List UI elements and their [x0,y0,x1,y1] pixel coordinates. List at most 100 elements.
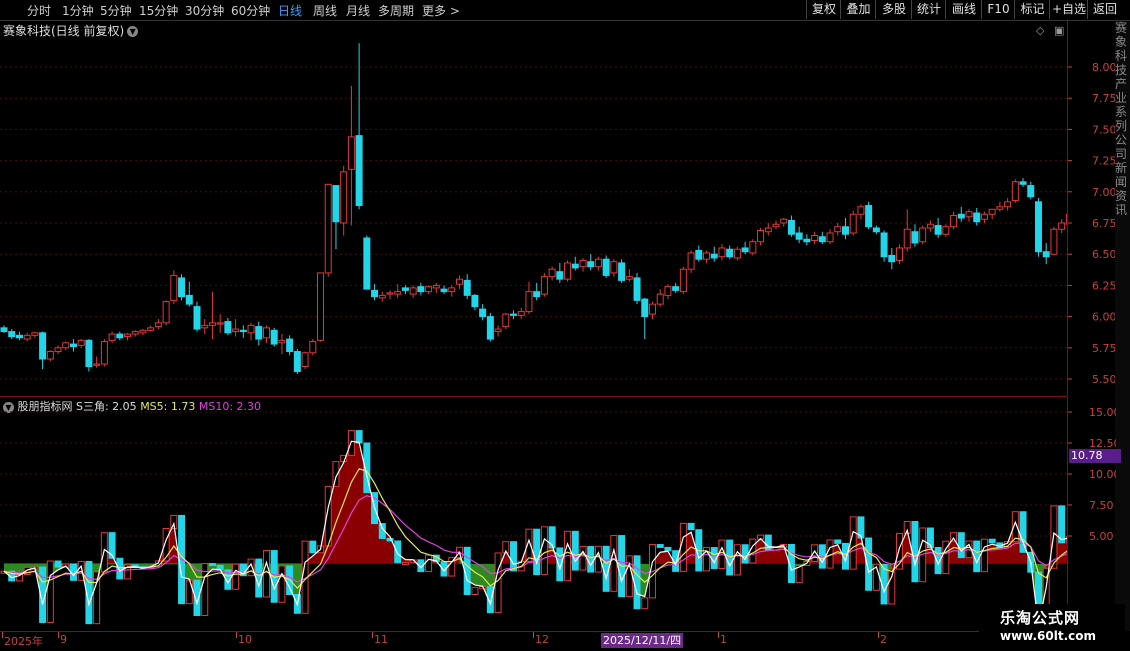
candle [610,259,618,277]
candle [726,245,734,260]
candle [872,225,880,235]
date-label: 10 [238,633,252,646]
candle [93,356,101,368]
candle-body [703,252,711,260]
candle [193,301,201,332]
candle-body [919,227,927,243]
price-chart-panel[interactable]: 赛象科技(日线 前复权) ▼ ◇ ▣ [0,21,1067,397]
price-tick-label: 8.00 [1092,61,1116,74]
period-tab-2[interactable]: 5分钟 [100,2,132,19]
candle-body [293,351,301,373]
candle-body [525,291,533,313]
candle-body [656,293,664,305]
candle-body [262,327,270,339]
candle-body [834,226,842,233]
candle [355,43,363,210]
candle-body [409,287,417,295]
candle-body [757,229,765,243]
ind-bar [625,555,633,598]
candle [849,210,857,236]
candle [455,275,463,290]
candlestick-chart[interactable] [0,21,1067,396]
period-tab-3[interactable]: 15分钟 [139,2,178,19]
candle-body [818,236,826,243]
ind-bar [579,546,587,571]
candle-body [587,261,595,268]
candle-body [193,306,201,330]
candle-body [340,171,348,224]
candle-body [162,301,170,324]
price-axis: 8.00 7.75 7.50 7.25 7.00 6.75 6.50 6.25 6.00 5.75… [1067,21,1117,396]
ind-bar [540,526,548,576]
price-tick-label: 6.00 [1092,311,1116,324]
toolbar-button-4[interactable]: 画线 [945,0,982,19]
toolbar-button-8[interactable]: 返回 [1087,0,1122,19]
toolbar-button-6[interactable]: 标记 [1014,0,1050,19]
side-strip-char: 业 [1115,91,1128,105]
ind-bar [610,535,618,592]
candle [77,339,85,348]
date-label: 2025年 [4,635,43,648]
toolbar-button-5[interactable]: F10 [981,0,1015,19]
candle-body [1019,181,1027,185]
indicator-panel[interactable]: ▼ 股朋指标网 S三角: 2.05 MS5: 1.73 MS10: 2.30 [0,397,1067,630]
toolbar-button-0[interactable]: 复权 [806,0,841,19]
candle-body [841,226,849,235]
period-tab-5[interactable]: 60分钟 [231,2,270,19]
candle-body [934,224,942,235]
candle [23,332,31,342]
candle [695,245,703,262]
toolbar-button-3[interactable]: 统计 [911,0,946,19]
candle-body [803,238,811,243]
candle [1011,179,1019,204]
candle-body [463,279,471,296]
candle-body [178,277,186,298]
candle-body [594,258,602,268]
period-tab-7[interactable]: 周线 [313,2,337,19]
candle [170,270,178,305]
ind-bar [510,541,518,572]
candle [425,285,433,295]
period-tab-4[interactable]: 30分钟 [185,2,224,19]
ind-bar [100,532,108,573]
candle [602,255,610,278]
ind-bar [185,579,193,605]
period-tab-0[interactable]: 分时 [27,2,51,19]
candle [332,185,340,250]
period-tab-9[interactable]: 多周期 [378,2,414,19]
candle-body [455,278,463,285]
toolbar-button-7[interactable]: +自选 [1049,0,1088,19]
candle-body [571,263,579,269]
indicator-chart[interactable] [0,397,1067,630]
period-tab-10[interactable]: 更多 > [422,2,460,19]
candle [795,226,803,243]
candle-body [942,226,950,235]
ind-bar [471,586,479,596]
side-strip-char: 技 [1115,63,1128,77]
candle-body [579,259,587,268]
candle [934,218,942,238]
ind-bar [262,550,270,598]
candle-body [31,332,39,336]
indicator-axis-ticks: 15.0012.5010.007.505.00 [1068,406,1121,543]
date-label: 1 [720,633,727,646]
toolbar-button-1[interactable]: 叠加 [840,0,876,19]
candle [625,269,633,282]
ind-bar [309,540,317,554]
candle-body [394,291,402,295]
candle [1019,178,1027,187]
toolbar-button-2[interactable]: 多股 [875,0,912,19]
period-tab-1[interactable]: 1分钟 [62,2,94,19]
candle [317,272,325,342]
ind-bar [533,528,541,576]
candle [757,227,765,246]
price-tick-label: 6.75 [1092,217,1116,230]
candle-body [355,135,363,207]
candle [996,201,1004,212]
candle [926,220,934,232]
period-tab-6[interactable]: 日线 [278,2,302,19]
candle [378,291,386,302]
candle-body [1004,201,1012,208]
period-tab-8[interactable]: 月线 [346,2,370,19]
date-tick-mark [372,632,373,638]
